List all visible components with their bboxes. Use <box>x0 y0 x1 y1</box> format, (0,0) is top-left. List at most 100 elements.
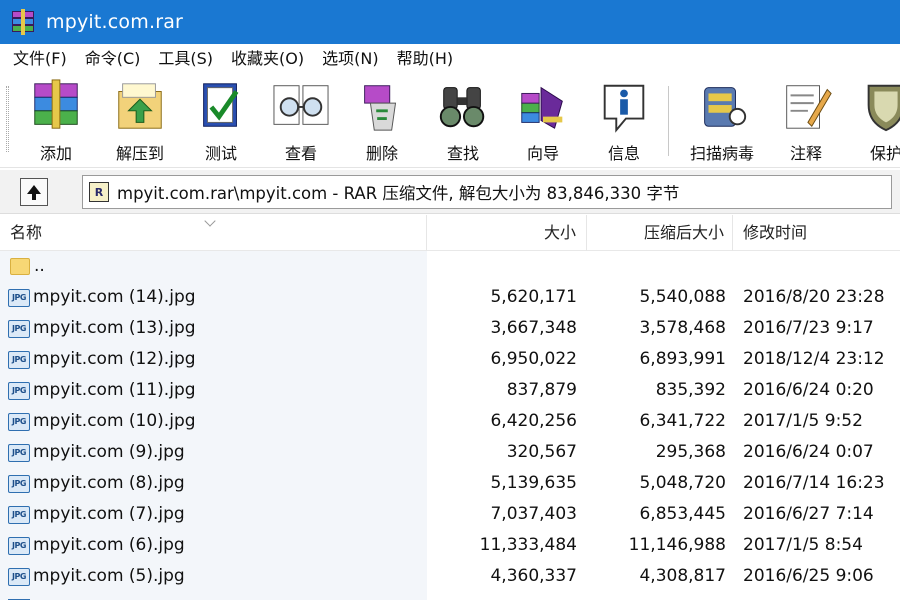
list-item-partial[interactable] <box>8 592 188 600</box>
file-packed-size: 295,368 <box>655 442 726 462</box>
find-icon <box>439 87 485 128</box>
virus-scan-label: 扫描病毒 <box>689 144 754 163</box>
file-modified: 2017/1/5 8:54 <box>743 535 863 555</box>
list-item[interactable]: JPG mpyit.com (12).jpg 6,950,022 6,893,99… <box>0 344 900 375</box>
file-packed-size: 5,048,720 <box>639 473 726 493</box>
menu-command[interactable]: 命令(C) <box>76 44 150 74</box>
file-packed-size: 5,540,088 <box>639 287 726 307</box>
jpg-file-icon: JPG <box>8 288 30 307</box>
file-size: 7,037,403 <box>490 504 577 524</box>
up-folder-button[interactable] <box>20 178 48 206</box>
toolbar-separator <box>668 86 669 156</box>
jpg-file-icon: JPG <box>8 350 30 369</box>
list-item[interactable]: JPG mpyit.com (6).jpg 11,333,484 11,146,9… <box>0 530 900 561</box>
jpg-file-icon: JPG <box>8 412 30 431</box>
file-name: mpyit.com (14).jpg <box>33 287 196 307</box>
file-modified: 2016/8/20 23:28 <box>743 287 885 307</box>
file-modified: 2018/12/4 23:12 <box>743 349 885 369</box>
test-icon <box>203 83 239 127</box>
path-field[interactable]: R mpyit.com.rar\mpyit.com - RAR 压缩文件, 解包… <box>82 175 892 209</box>
file-name: mpyit.com (12).jpg <box>33 349 196 369</box>
address-bar: R mpyit.com.rar\mpyit.com - RAR 压缩文件, 解包… <box>0 170 900 214</box>
comment-label: 注释 <box>789 144 822 163</box>
virus-scan-button[interactable]: 扫描病毒 <box>680 78 764 164</box>
add-archive-icon <box>34 79 78 129</box>
file-size: 6,420,256 <box>490 411 577 431</box>
view-button[interactable]: 查看 <box>261 78 341 164</box>
file-name: mpyit.com (6).jpg <box>33 535 185 555</box>
jpg-file-icon: JPG <box>8 443 30 462</box>
column-header-packed[interactable]: 压缩后大小 <box>587 215 733 251</box>
comment-icon <box>786 85 832 129</box>
file-list: .. JPG mpyit.com (14).jpg 5,620,171 5,540… <box>0 251 900 600</box>
jpg-file-icon: JPG <box>8 319 30 338</box>
jpg-file-icon: JPG <box>8 474 30 493</box>
file-packed-size: 6,853,445 <box>639 504 726 524</box>
file-name: mpyit.com (9).jpg <box>33 442 185 462</box>
menu-options[interactable]: 选项(N) <box>313 44 387 74</box>
toolbar-grip[interactable] <box>6 86 9 152</box>
file-name: mpyit.com (7).jpg <box>33 504 185 524</box>
wizard-button[interactable]: 向导 <box>503 78 583 164</box>
window-title: mpyit.com.rar <box>46 11 184 33</box>
rar-archive-icon: R <box>89 182 109 202</box>
list-item[interactable]: JPG mpyit.com (10).jpg 6,420,256 6,341,72… <box>0 406 900 437</box>
folder-icon <box>10 258 30 275</box>
menu-tools[interactable]: 工具(S) <box>149 44 222 74</box>
file-modified: 2016/6/27 7:14 <box>743 504 874 524</box>
list-item[interactable]: JPG mpyit.com (11).jpg 837,879 835,392 20… <box>0 375 900 406</box>
list-item-parent-folder[interactable]: .. <box>0 251 900 282</box>
list-item[interactable]: JPG mpyit.com (13).jpg 3,667,348 3,578,46… <box>0 313 900 344</box>
file-name: mpyit.com (11).jpg <box>33 380 196 400</box>
path-text: mpyit.com.rar\mpyit.com - RAR 压缩文件, 解包大小… <box>117 184 680 203</box>
jpg-file-icon: JPG <box>8 505 30 524</box>
test-button[interactable]: 测试 <box>181 78 261 164</box>
file-size: 11,333,484 <box>479 535 577 555</box>
jpg-file-icon: JPG <box>8 567 30 586</box>
list-item[interactable]: JPG mpyit.com (8).jpg 5,139,635 5,048,720… <box>0 468 900 499</box>
menu-help[interactable]: 帮助(H) <box>388 44 463 74</box>
info-icon <box>603 84 645 133</box>
toolbar: 添加 解压到 测试 查看 删除 查找 向导 信息 扫描病毒 注释 保护 <box>0 74 900 168</box>
extract-to-button[interactable]: 解压到 <box>100 78 180 164</box>
delete-label: 删除 <box>365 144 398 163</box>
file-list-header: 名称 大小 压缩后大小 修改时间 <box>0 215 900 251</box>
test-label: 测试 <box>204 144 237 163</box>
view-label: 查看 <box>284 144 317 163</box>
column-header-modified[interactable]: 修改时间 <box>733 215 900 251</box>
file-name: mpyit.com (5).jpg <box>33 566 185 586</box>
info-label: 信息 <box>607 144 640 163</box>
file-size: 320,567 <box>506 442 577 462</box>
jpg-file-icon: JPG <box>8 536 30 555</box>
delete-button[interactable]: 删除 <box>342 78 422 164</box>
comment-button[interactable]: 注释 <box>766 78 846 164</box>
menu-file[interactable]: 文件(F) <box>4 44 76 74</box>
file-modified: 2016/6/25 9:06 <box>743 566 874 586</box>
file-name: mpyit.com (10).jpg <box>33 411 196 431</box>
file-packed-size: 3,578,468 <box>639 318 726 338</box>
file-size: 6,950,022 <box>490 349 577 369</box>
file-packed-size: 6,893,991 <box>639 349 726 369</box>
file-size: 5,139,635 <box>490 473 577 493</box>
menu-favorites[interactable]: 收藏夹(O) <box>222 44 313 74</box>
file-modified: 2016/6/24 0:07 <box>743 442 874 462</box>
file-modified: 2016/7/23 9:17 <box>743 318 874 338</box>
column-header-size[interactable]: 大小 <box>427 215 587 251</box>
winrar-books-icon[interactable] <box>10 9 36 35</box>
jpg-file-icon: JPG <box>8 381 30 400</box>
info-button[interactable]: 信息 <box>584 78 664 164</box>
list-item[interactable]: JPG mpyit.com (14).jpg 5,620,171 5,540,08… <box>0 282 900 313</box>
protect-label: 保护 <box>869 144 900 163</box>
add-button[interactable]: 添加 <box>16 78 96 164</box>
title-bar[interactable]: mpyit.com.rar <box>0 0 900 44</box>
list-item[interactable]: JPG mpyit.com (9).jpg 320,567 295,368 201… <box>0 437 900 468</box>
wizard-icon <box>521 86 563 129</box>
protect-button[interactable]: 保护 <box>846 78 900 164</box>
find-button[interactable]: 查找 <box>423 78 503 164</box>
file-name: mpyit.com (13).jpg <box>33 318 196 338</box>
extract-to-label: 解压到 <box>115 144 164 163</box>
wizard-label: 向导 <box>526 144 559 163</box>
list-item[interactable]: JPG mpyit.com (7).jpg 7,037,403 6,853,445… <box>0 499 900 530</box>
list-item[interactable]: JPG mpyit.com (5).jpg 4,360,337 4,308,817… <box>0 561 900 592</box>
add-label: 添加 <box>39 144 72 163</box>
